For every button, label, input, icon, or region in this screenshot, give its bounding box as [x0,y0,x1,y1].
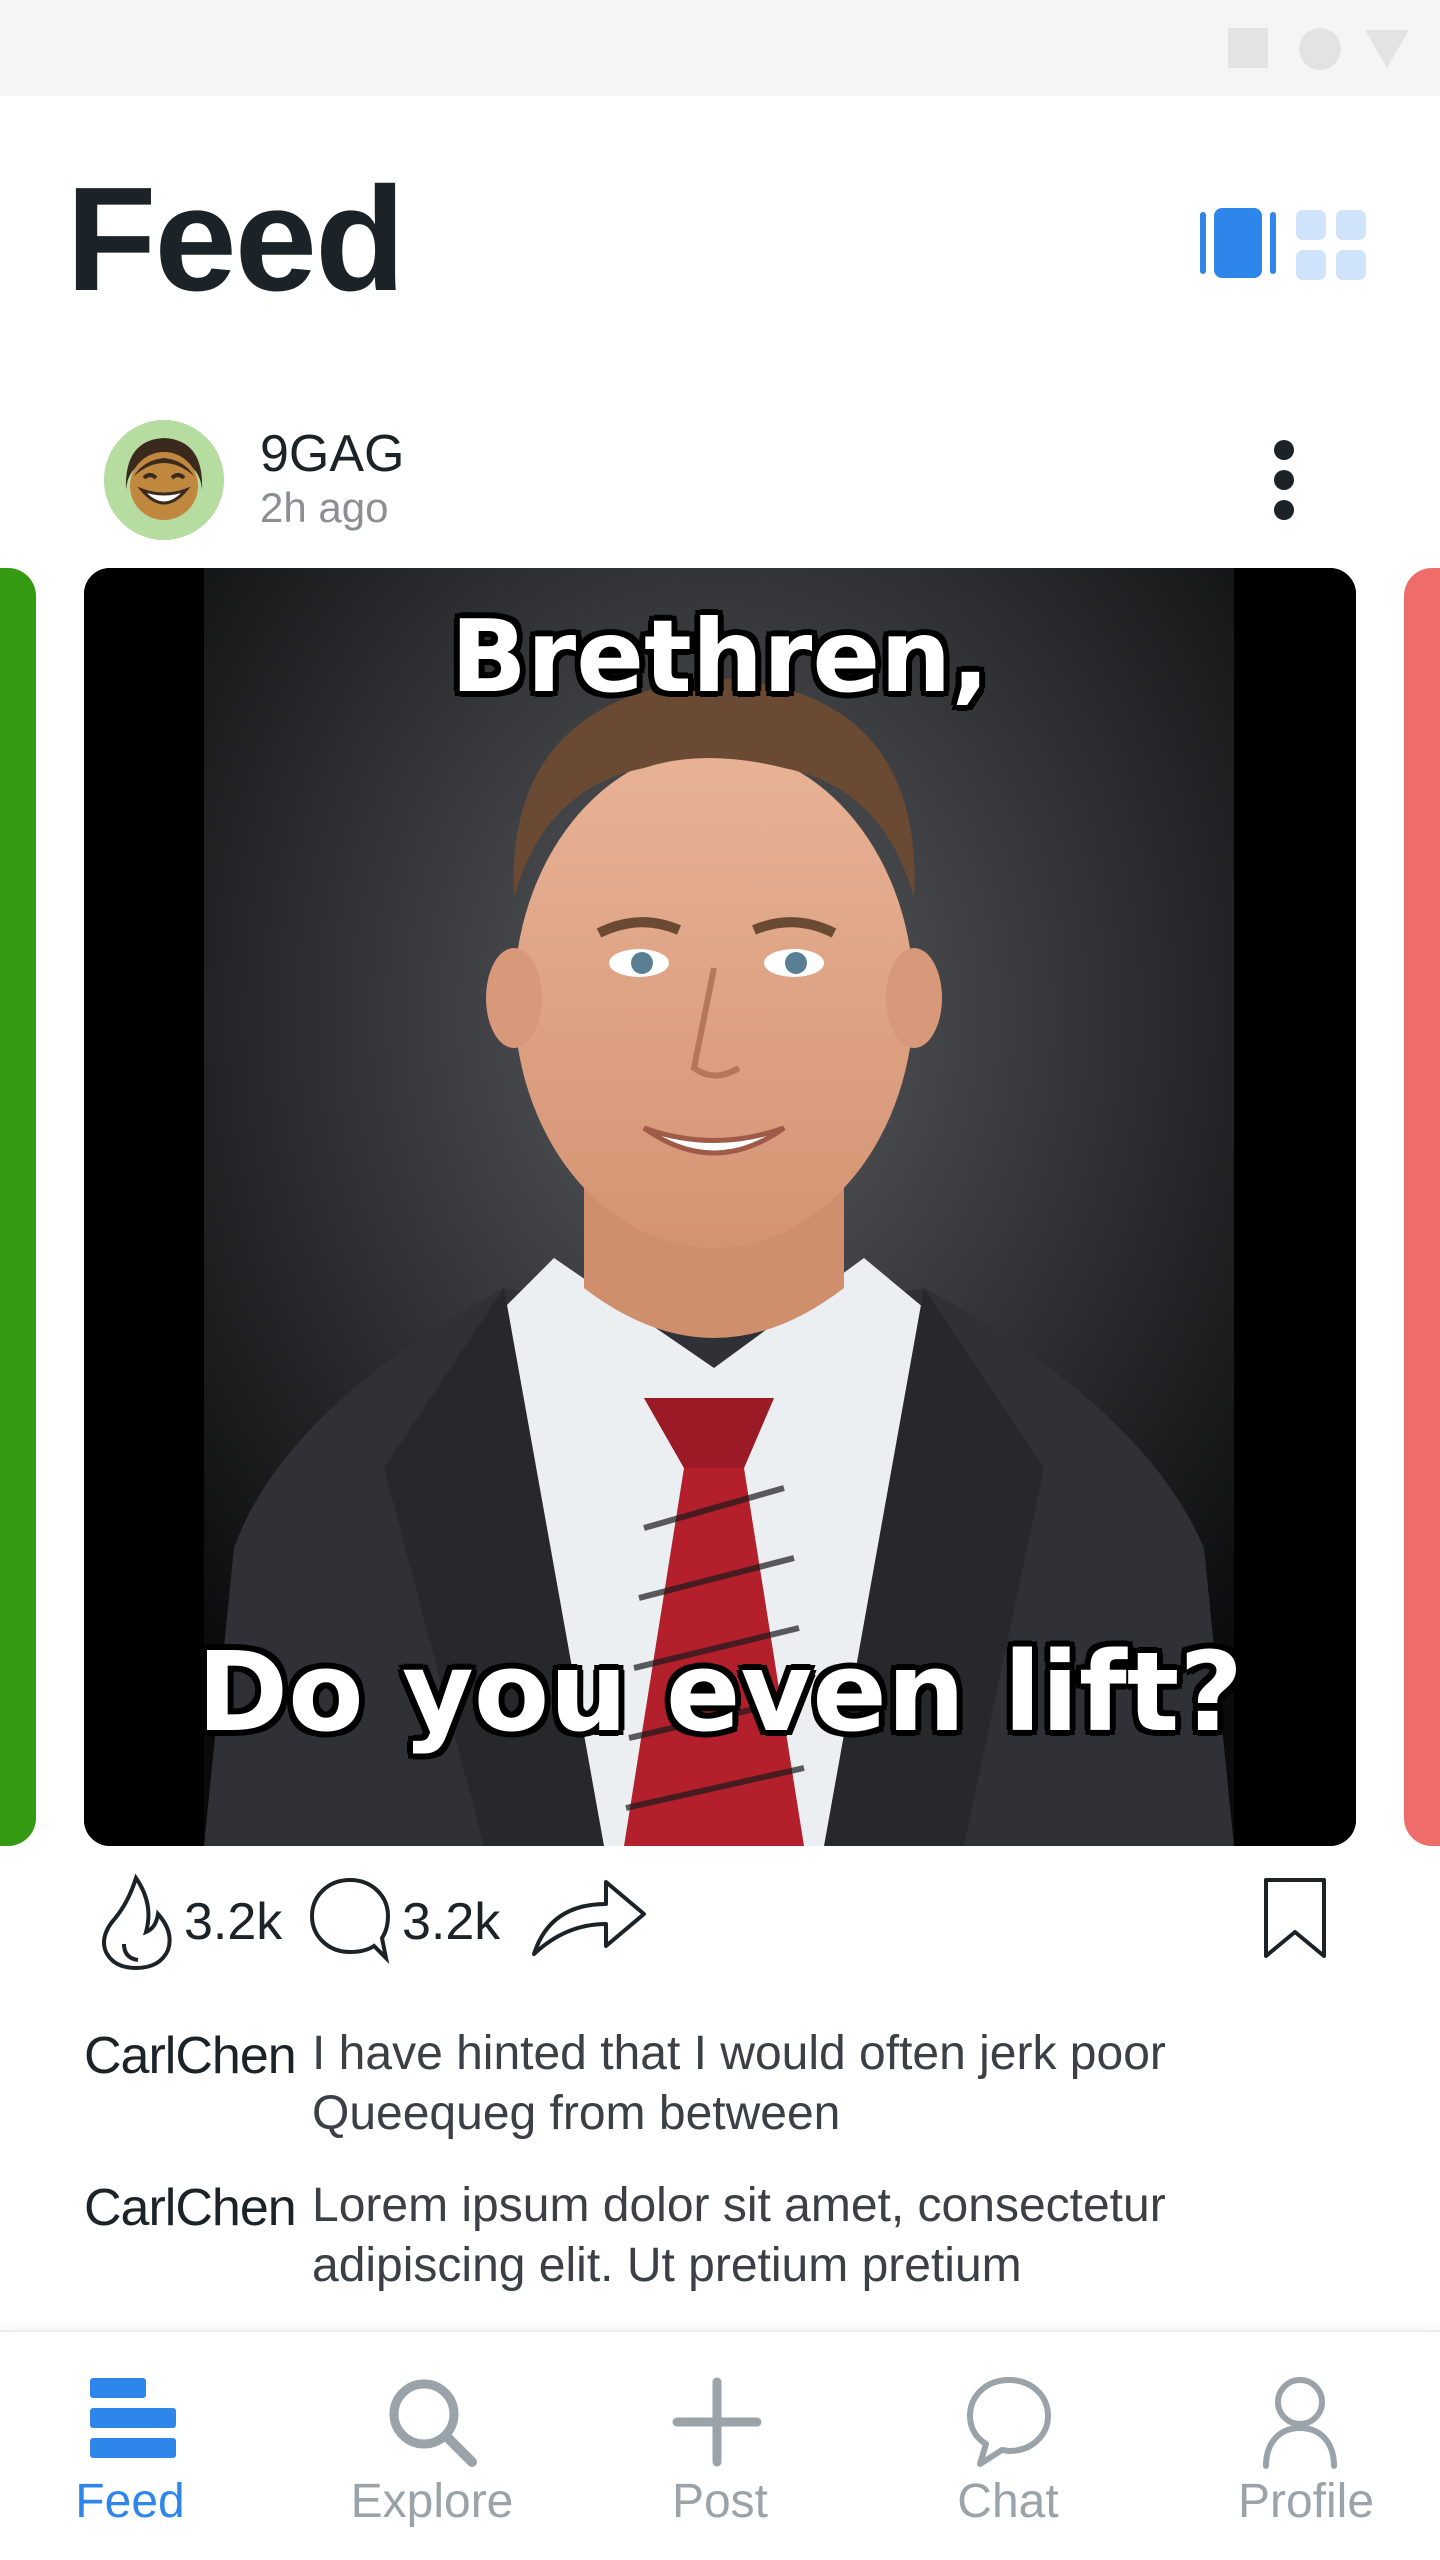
comment-text: I have hinted that I would often jerk po… [312,2027,1166,2140]
comment-text: Lorem ipsum dolor sit amet, consectetur … [312,2179,1166,2292]
comment-bubble-icon[interactable] [308,1876,392,1965]
feed-icon [88,2372,188,2472]
nav-label-explore: Explore [350,2475,514,2528]
nav-item-post[interactable]: Post [576,2332,864,2560]
post-image[interactable]: Brethren, Do you even lift? [84,568,1356,1846]
search-icon [382,2372,482,2472]
nav-label-chat: Chat [957,2475,1059,2528]
bottom-nav: Feed Explore Post Chat Profile [0,2330,1440,2560]
avatar[interactable] [104,420,224,540]
more-vertical-icon[interactable] [1262,440,1306,520]
comment-username[interactable]: CarlChen [84,2026,297,2086]
nav-label-profile: Profile [1237,2475,1375,2528]
plus-icon [672,2372,772,2472]
comment-username[interactable]: CarlChen [84,2178,297,2238]
share-arrow-icon[interactable] [530,1874,648,1958]
comment-count: 3.2k [402,1893,501,1951]
meme-bottom-text: Do you even lift? [196,1628,1244,1756]
nav-item-chat[interactable]: Chat [864,2332,1152,2560]
triangle-icon [1365,30,1409,68]
nav-item-explore[interactable]: Explore [288,2332,576,2560]
chat-icon [964,2372,1064,2472]
bookmark-icon[interactable] [1262,1876,1328,1960]
previous-post-card[interactable] [0,568,36,1846]
nav-item-profile[interactable]: Profile [1152,2332,1440,2560]
nav-item-feed[interactable]: Feed [0,2332,288,2560]
like-count: 3.2k [184,1893,283,1951]
status-bar [0,0,1440,96]
square-icon [1228,28,1268,68]
nav-label-post: Post [671,2475,769,2528]
circle-icon [1299,28,1341,70]
user-icon [1260,2372,1360,2472]
meme-top-text: Brethren, [450,598,990,715]
page-title: Feed [66,157,405,322]
post-author[interactable]: 9GAG [260,424,405,484]
grid-view-icon[interactable] [1296,210,1366,280]
nav-label-feed: Feed [75,2475,185,2528]
next-post-card[interactable] [1404,568,1440,1846]
single-view-icon[interactable] [1200,206,1276,280]
flame-icon[interactable] [98,1873,174,1971]
post-timestamp: 2h ago [260,484,389,531]
